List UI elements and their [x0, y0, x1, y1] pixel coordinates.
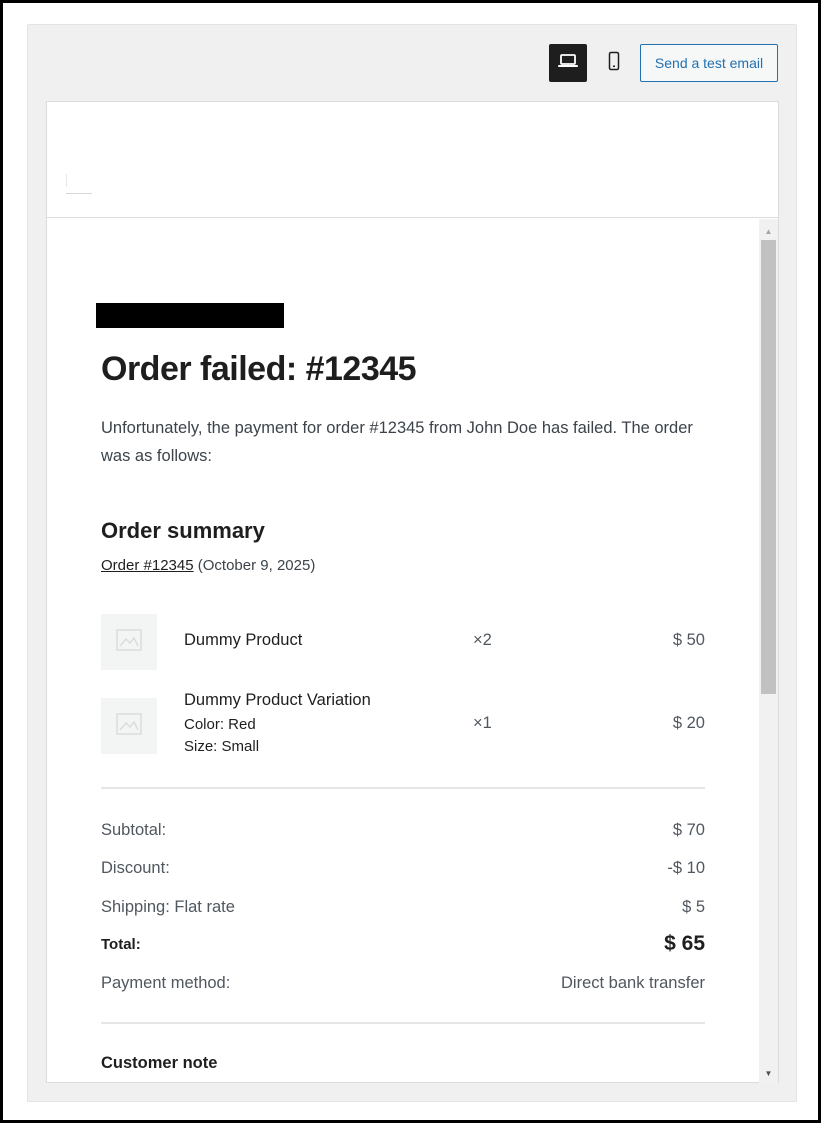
screenshot-frame: Send a test email Order failed: #12345 U…: [0, 0, 821, 1123]
total-label: Total:: [101, 935, 141, 953]
email-preview-card: Order failed: #12345 Unfortunately, the …: [46, 101, 779, 1083]
payment-method-value: Direct bank transfer: [561, 974, 705, 992]
total-value: $ 65: [664, 932, 705, 955]
item-variation-size: Size: Small: [184, 738, 260, 755]
discount-value: -$ 10: [667, 859, 705, 877]
laptop-icon: [557, 53, 579, 74]
customer-note-heading: Customer note: [101, 1054, 218, 1072]
desktop-preview-button[interactable]: [549, 44, 587, 82]
email-body-scroll-area[interactable]: Order failed: #12345 Unfortunately, the …: [47, 219, 778, 1083]
subtotal-row: Subtotal: $ 70: [101, 821, 705, 840]
header-placeholder-line: [66, 193, 92, 194]
subtotal-label: Subtotal:: [101, 821, 167, 839]
item-quantity: ×2: [473, 631, 492, 649]
shipping-value: $ 5: [682, 898, 705, 916]
totals-divider: [101, 1022, 705, 1024]
order-item-row: Dummy Product ×2 $ 50: [101, 614, 705, 670]
product-thumbnail: [101, 698, 157, 754]
items-divider: [101, 787, 705, 789]
payment-method-row: Payment method: Direct bank transfer: [101, 974, 705, 993]
scroll-down-arrow-icon[interactable]: ▼: [759, 1065, 778, 1081]
discount-row: Discount: -$ 10: [101, 859, 705, 878]
order-item-row: Dummy Product Variation Color: Red Size:…: [101, 689, 705, 761]
vertical-scrollbar[interactable]: ▲ ▼: [759, 219, 778, 1083]
item-quantity: ×1: [473, 714, 492, 732]
order-reference-line: Order #12345 (October 9, 2025): [101, 557, 315, 574]
order-summary-heading: Order summary: [101, 518, 265, 543]
item-price: $ 50: [672, 631, 705, 649]
item-name: Dummy Product: [184, 631, 303, 649]
payment-method-label: Payment method:: [101, 974, 231, 992]
email-header: [47, 102, 778, 218]
product-thumbnail: [101, 614, 157, 670]
scrollbar-thumb[interactable]: [761, 240, 776, 694]
item-name: Dummy Product Variation: [184, 691, 371, 709]
header-placeholder-mark: [66, 174, 67, 187]
shipping-row: Shipping: Flat rate $ 5: [101, 898, 705, 917]
email-intro-text: Unfortunately, the payment for order #12…: [101, 419, 693, 465]
email-title: Order failed: #12345: [101, 350, 417, 388]
order-date: (October 9, 2025): [197, 557, 316, 574]
order-link[interactable]: Order #12345: [101, 557, 194, 574]
scroll-up-arrow-icon[interactable]: ▲: [759, 223, 778, 239]
total-row: Total: $ 65: [101, 932, 705, 956]
image-placeholder-icon: [116, 712, 142, 740]
smartphone-icon: [607, 51, 621, 76]
redacted-logo: [96, 303, 284, 328]
item-variation-color: Color: Red: [184, 716, 256, 733]
discount-label: Discount:: [101, 859, 170, 877]
mobile-preview-button[interactable]: [597, 44, 631, 82]
image-placeholder-icon: [116, 628, 142, 656]
shipping-label: Shipping: Flat rate: [101, 898, 235, 916]
item-price: $ 20: [672, 714, 705, 732]
subtotal-value: $ 70: [672, 821, 705, 839]
send-test-email-button[interactable]: Send a test email: [640, 44, 778, 82]
